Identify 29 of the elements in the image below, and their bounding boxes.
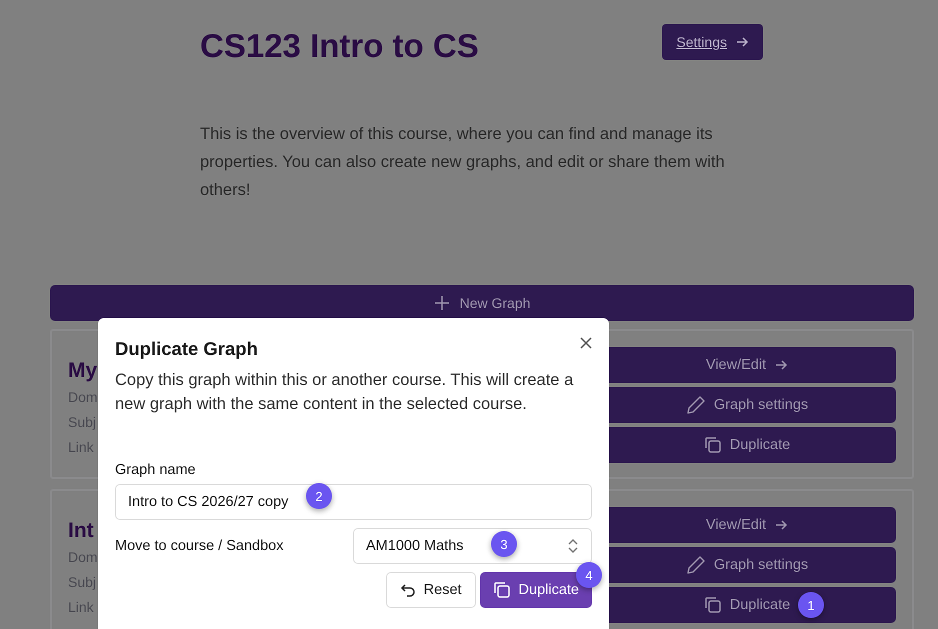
course-select[interactable]: AM1000 Maths 3 [353,528,592,564]
pencil-icon [686,555,706,575]
settings-button[interactable]: Settings [662,24,763,60]
reset-button[interactable]: Reset [386,572,476,608]
dialog-description: Copy this graph within this or another course. This will create a new graph with the same content in the selected course. [115,370,574,415]
graph-title: Int [68,518,94,544]
field-label: Graph name [115,462,197,478]
field-label: Move to course / Sandbox [115,538,284,554]
dialog-title: Duplicate Graph [115,337,258,361]
arrow-right-icon [774,358,788,372]
new-graph-button[interactable]: New Graph [50,285,914,321]
course-description: This is the overview of this course, where you can find and manage its properties. You can also create new graphs, and edit or share them with others! [200,124,726,201]
arrow-right-icon [774,518,788,532]
step-badge: 4 [576,562,602,588]
copy-icon [704,596,722,614]
step-badge: 2 [306,483,332,509]
graph-title: My [68,358,98,384]
step-badge: 1 [798,592,824,618]
undo-icon [400,582,416,598]
course-title: CS123 Intro to CS [200,26,479,66]
graph-name-field[interactable]: Intro to CS 2026/27 copy 2 [115,484,592,520]
step-badge: 3 [491,531,517,557]
plus-icon [434,295,450,311]
pencil-icon [686,395,706,415]
copy-icon [492,581,511,599]
chevron-updown-icon [567,538,579,554]
arrow-right-icon [735,35,749,49]
copy-icon [704,436,722,454]
close-icon[interactable] [580,337,592,349]
